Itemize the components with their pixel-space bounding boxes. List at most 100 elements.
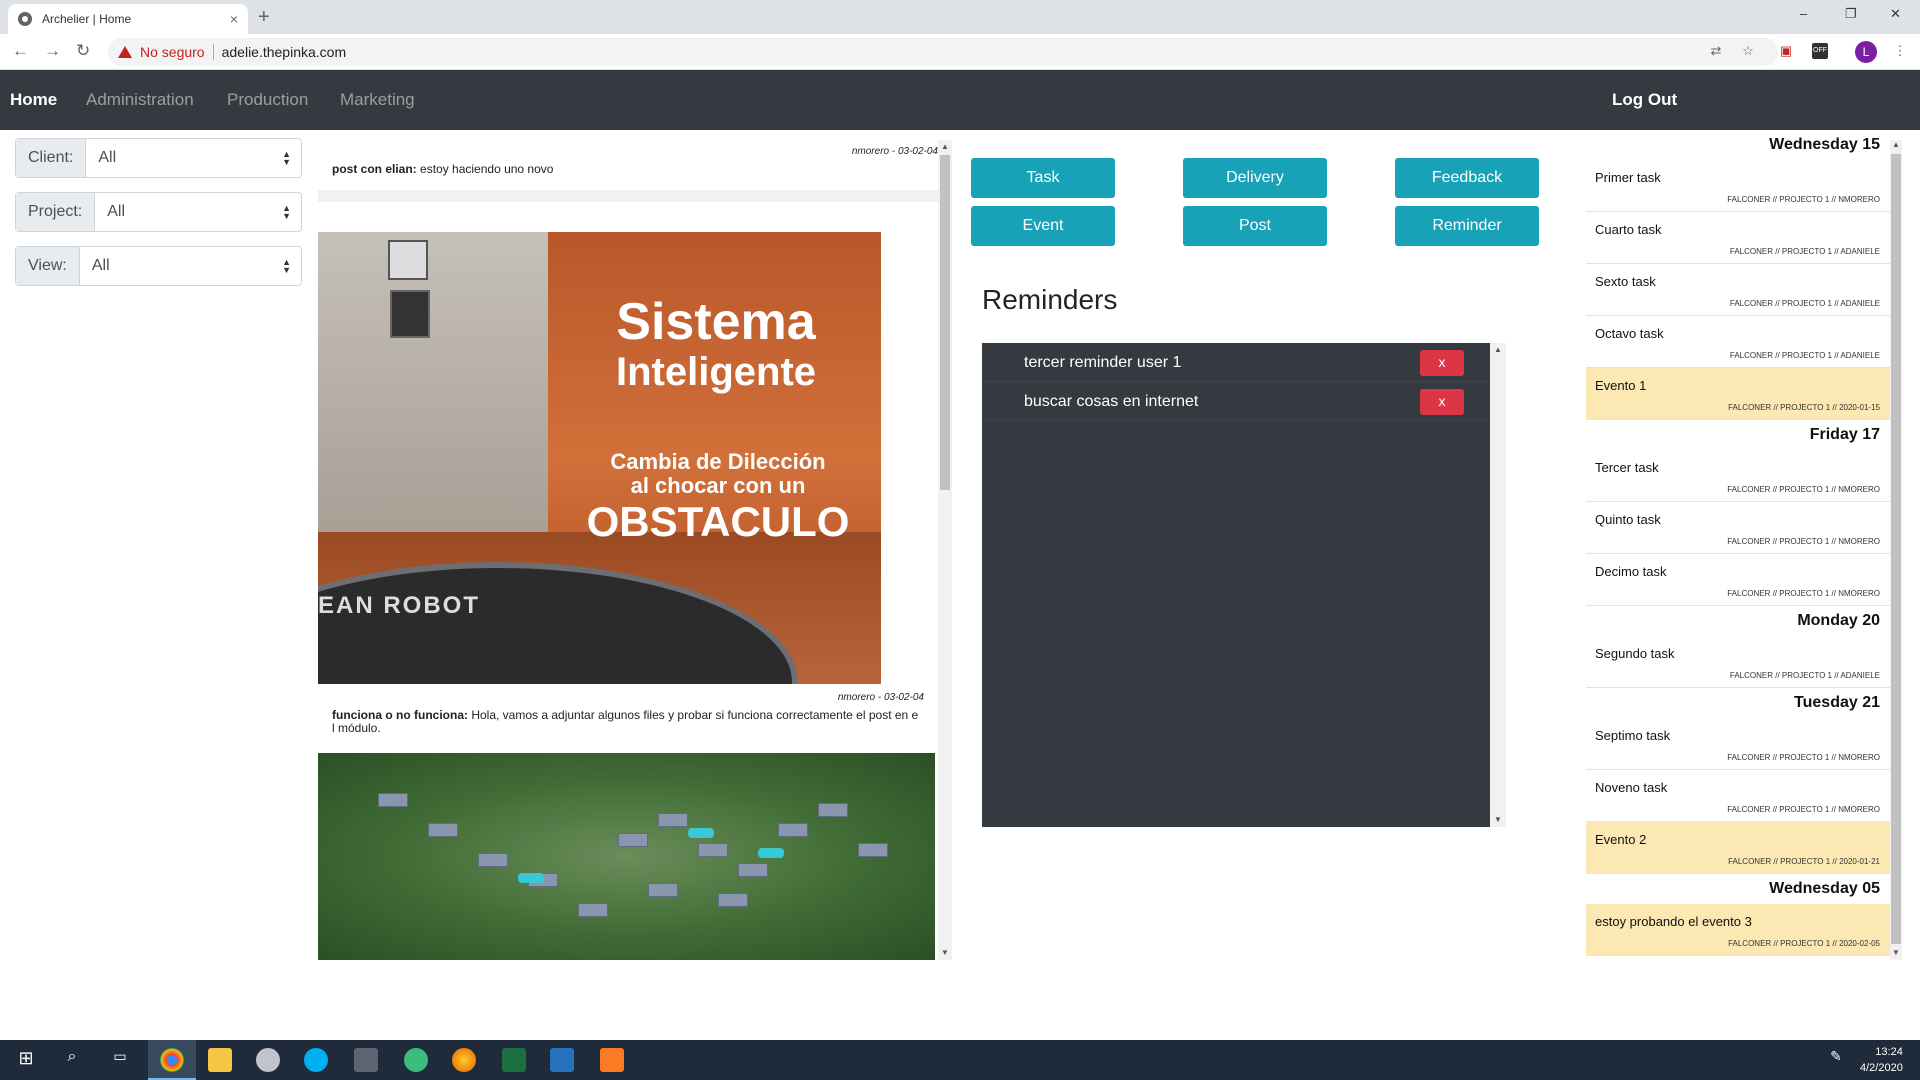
agenda-event-item[interactable]: Evento 2 FALCONER // PROJECTO 1 // 2020-0… — [1586, 822, 1890, 874]
scroll-down-icon[interactable]: ▼ — [938, 948, 952, 957]
agenda-scrollbar[interactable]: ▲ ▼ — [1890, 140, 1902, 960]
agenda-item-meta: FALCONER // PROJECTO 1 // ADANIELE — [1729, 671, 1880, 680]
agenda-item-title: Cuarto task — [1595, 222, 1662, 237]
agenda-task-item[interactable]: Segundo task FALCONER // PROJECTO 1 // AD… — [1586, 636, 1890, 688]
windows-start-icon[interactable]: ⊞ — [14, 1048, 38, 1072]
delete-reminder-button[interactable]: x — [1420, 350, 1464, 376]
feed-scroll-thumb[interactable] — [940, 155, 950, 490]
view-filter-label: View: — [16, 247, 80, 285]
translate-icon[interactable]: ⇄ — [1708, 43, 1724, 59]
pocket-extension-icon[interactable]: ▣ — [1778, 43, 1794, 59]
client-select[interactable]: All ▲ ▼ — [86, 139, 301, 177]
not-secure-label[interactable]: No seguro — [140, 44, 205, 60]
agenda-task-item[interactable]: Tercer task FALCONER // PROJECTO 1 // NMO… — [1586, 450, 1890, 502]
tab-close-icon[interactable]: × — [230, 11, 238, 27]
agenda-list[interactable]: Wednesday 15 Primer task FALCONER // PROJE… — [1586, 130, 1890, 962]
aerial-house — [738, 863, 768, 877]
post-image-robot[interactable]: Sistema Inteligente Cambia de Dilección a… — [318, 232, 881, 684]
app-icon[interactable] — [404, 1048, 428, 1072]
browser-menu-icon[interactable]: ⋮ — [1892, 43, 1908, 59]
post-title: funciona o no funciona: — [332, 708, 468, 722]
agenda-item-meta: FALCONER // PROJECTO 1 // NMORERO — [1727, 537, 1880, 546]
agenda-event-item[interactable]: Evento 1 FALCONER // PROJECTO 1 // 2020-0… — [1586, 368, 1890, 420]
agenda-task-item[interactable]: Cuarto task FALCONER // PROJECTO 1 // ADA… — [1586, 212, 1890, 264]
scroll-up-icon[interactable]: ▲ — [1890, 140, 1902, 149]
view-select-value: All — [91, 257, 110, 274]
scroll-down-icon[interactable]: ▼ — [1890, 948, 1902, 957]
post-divider — [318, 190, 952, 202]
delete-reminder-button[interactable]: x — [1420, 389, 1464, 415]
project-filter[interactable]: Project: All ▲ ▼ — [15, 192, 302, 232]
delivery-button[interactable]: Delivery — [1183, 158, 1327, 198]
post-image-aerial[interactable] — [318, 753, 935, 960]
skype-icon[interactable] — [304, 1048, 328, 1072]
agenda-task-item[interactable]: Sexto task FALCONER // PROJECTO 1 // ADAN… — [1586, 264, 1890, 316]
feed-scrollbar[interactable]: ▲ ▼ — [938, 140, 952, 960]
aerial-house — [698, 843, 728, 857]
view-filter[interactable]: View: All ▲ ▼ — [15, 246, 302, 286]
back-icon[interactable]: ← — [12, 41, 29, 61]
profile-avatar[interactable]: L — [1855, 41, 1877, 63]
reload-icon[interactable]: ↻ — [76, 41, 90, 61]
firefox-icon[interactable] — [452, 1048, 476, 1072]
agenda-event-item[interactable]: estoy probando el evento 3 FALCONER // PR… — [1586, 904, 1890, 956]
post-body: estoy haciendo uno novo — [416, 162, 554, 176]
view-select[interactable]: All ▲ ▼ — [80, 247, 301, 285]
close-window-icon[interactable]: ✕ — [1890, 6, 1901, 22]
agenda-task-item[interactable]: Primer task FALCONER // PROJECTO 1 // NMO… — [1586, 160, 1890, 212]
new-tab-button[interactable]: + — [258, 6, 270, 29]
scroll-up-icon[interactable]: ▲ — [938, 142, 952, 151]
bookmark-star-icon[interactable]: ☆ — [1740, 43, 1756, 59]
agenda-task-item[interactable]: Decimo task FALCONER // PROJECTO 1 // NMO… — [1586, 554, 1890, 606]
browser-tab[interactable]: Archelier | Home × — [8, 4, 248, 34]
agenda-task-item[interactable]: Noveno task FALCONER // PROJECTO 1 // NMO… — [1586, 770, 1890, 822]
clock-time: 13:24 — [1875, 1046, 1903, 1058]
agenda-item-meta: FALCONER // PROJECTO 1 // NMORERO — [1727, 589, 1880, 598]
agenda-task-item[interactable]: Octavo task FALCONER // PROJECTO 1 // ADA… — [1586, 316, 1890, 368]
scroll-down-icon[interactable]: ▼ — [1490, 815, 1506, 824]
event-button[interactable]: Event — [971, 206, 1115, 246]
search-icon[interactable]: ⌕ — [60, 1048, 84, 1072]
image-text: Sistema — [616, 293, 816, 351]
nav-home[interactable]: Home — [10, 90, 57, 110]
project-select[interactable]: All ▲ ▼ — [95, 193, 301, 231]
post-text: funciona o no funciona: Hola, vamos a ad… — [332, 709, 924, 735]
chrome-icon[interactable] — [160, 1048, 184, 1072]
nav-marketing[interactable]: Marketing — [340, 90, 415, 110]
paint-icon[interactable] — [256, 1048, 280, 1072]
maximize-icon[interactable]: ❐ — [1845, 6, 1857, 22]
logout-link[interactable]: Log Out — [1612, 90, 1677, 110]
forward-icon[interactable]: → — [44, 41, 61, 61]
file-explorer-icon[interactable] — [208, 1048, 232, 1072]
pen-icon[interactable]: ✎ — [1824, 1048, 1848, 1072]
reminders-scrollbar[interactable]: ▲ ▼ — [1490, 343, 1506, 827]
url-input[interactable]: No seguro adelie.thepinka.com — [108, 38, 1778, 66]
scroll-up-icon[interactable]: ▲ — [1490, 345, 1506, 354]
agenda-scroll-thumb[interactable] — [1891, 154, 1901, 944]
calculator-icon[interactable] — [354, 1048, 378, 1072]
not-secure-warning-icon — [118, 46, 132, 58]
minimize-icon[interactable]: – — [1800, 6, 1807, 21]
powershell-icon[interactable] — [550, 1048, 574, 1072]
client-select-value: All — [98, 149, 117, 166]
agenda-task-item[interactable]: Septimo task FALCONER // PROJECTO 1 // NM… — [1586, 718, 1890, 770]
task-button[interactable]: Task — [971, 158, 1115, 198]
select-caret-icon: ▲ ▼ — [282, 257, 291, 275]
agenda-task-item[interactable]: Quinto task FALCONER // PROJECTO 1 // NMO… — [1586, 502, 1890, 554]
reminder-button[interactable]: Reminder — [1395, 206, 1539, 246]
nav-administration[interactable]: Administration — [86, 90, 194, 110]
system-clock[interactable]: 13:24 4/2/2020 — [1860, 1044, 1903, 1076]
nav-production[interactable]: Production — [227, 90, 308, 110]
agenda-item-meta: FALCONER // PROJECTO 1 // 2020-01-15 — [1728, 403, 1880, 412]
aerial-house — [658, 813, 688, 827]
select-caret-icon: ▲ ▼ — [282, 203, 291, 221]
project-filter-label: Project: — [16, 193, 96, 231]
post-button[interactable]: Post — [1183, 206, 1327, 246]
xampp-icon[interactable] — [600, 1048, 624, 1072]
task-view-icon[interactable]: ▭ — [108, 1048, 132, 1072]
agenda-item-title: Primer task — [1595, 170, 1661, 185]
client-filter[interactable]: Client: All ▲ ▼ — [15, 138, 302, 178]
feedback-button[interactable]: Feedback — [1395, 158, 1539, 198]
excel-icon[interactable] — [502, 1048, 526, 1072]
off-extension-icon[interactable]: OFF — [1812, 43, 1828, 59]
